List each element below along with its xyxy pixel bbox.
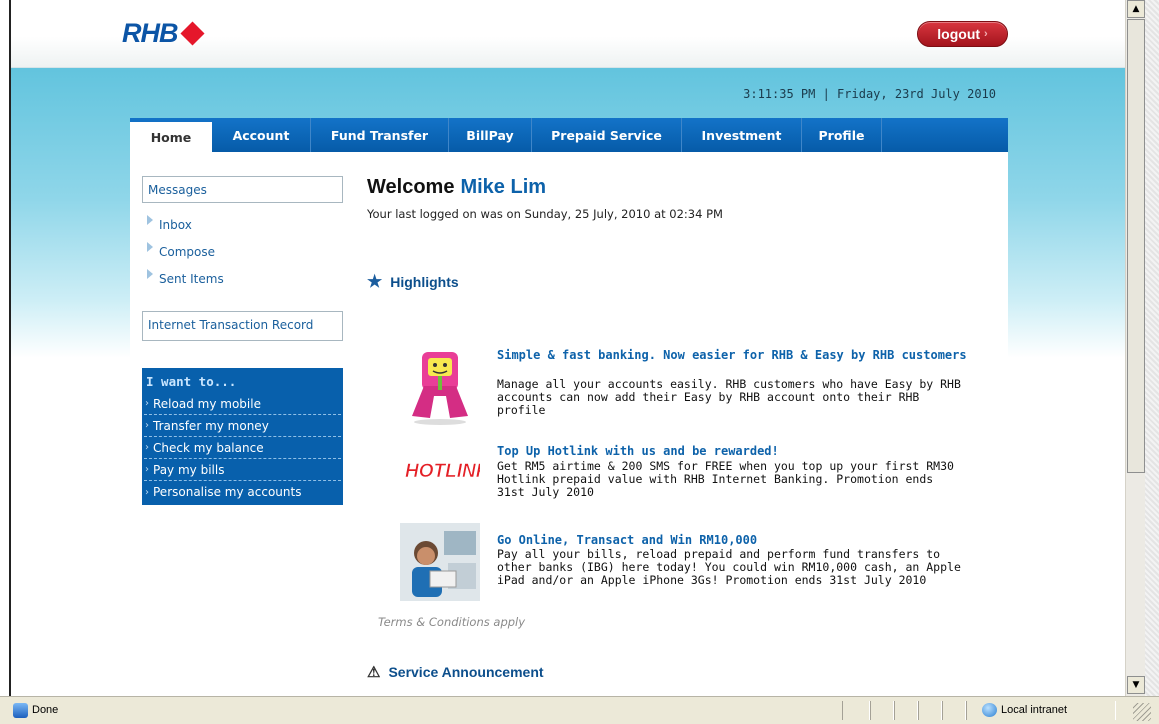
page-done-icon: [13, 703, 28, 718]
status-cell: [918, 701, 942, 720]
highlights-heading: ★ Highlights: [367, 272, 459, 292]
tab-label: Account: [232, 127, 290, 143]
terms-conditions-link[interactable]: Terms & Conditions apply: [378, 615, 525, 629]
last-login-text: Your last logged on was on Sunday, 25 Ju…: [367, 207, 723, 221]
tab-home[interactable]: Home: [130, 122, 212, 152]
content-panel: Messages Inbox Compose Sent Items Intern…: [130, 152, 1008, 696]
triangle-bullet-icon: [147, 215, 153, 225]
security-zone-text: Local intranet: [1001, 704, 1068, 716]
welcome-label: Welcome: [367, 176, 455, 198]
promo-body-win-rm10000: Pay all your bills, reload prepaid and p…: [497, 547, 961, 587]
promo-title-easy-banking[interactable]: Simple & fast banking. Now easier for RH…: [497, 349, 967, 362]
i-want-to-panel: I want to... › Reload my mobile › Transf…: [142, 368, 343, 505]
sidebar-item-label: Inbox: [159, 218, 192, 232]
iwant-item-label: Personalise my accounts: [153, 485, 302, 499]
internet-transaction-record-link[interactable]: Internet Transaction Record: [142, 311, 343, 341]
sidebar-item-label: Sent Items: [159, 272, 224, 286]
logout-button[interactable]: logout ›: [917, 21, 1008, 47]
iwant-item-label: Reload my mobile: [153, 396, 261, 411]
sidebar-item-label: Compose: [159, 245, 216, 259]
logo-diamond-icon: [179, 20, 205, 46]
logo-text: RHB: [122, 17, 178, 48]
triangle-bullet-icon: [147, 269, 153, 279]
sidebar-item-compose[interactable]: Compose: [147, 242, 216, 259]
status-cell: [870, 701, 894, 720]
sidebar-item-inbox[interactable]: Inbox: [147, 215, 192, 232]
site-header: RHB logout ›: [11, 0, 1125, 68]
i-want-to-title: I want to...: [146, 374, 237, 389]
tab-label: Profile: [818, 127, 865, 143]
status-text: Done: [32, 704, 59, 716]
promo-title-win-rm10000[interactable]: Go Online, Transact and Win RM10,000: [497, 534, 967, 547]
scroll-up-button[interactable]: ▲: [1127, 0, 1145, 18]
iwant-item-label: Pay my bills: [153, 462, 225, 477]
tab-investment[interactable]: Investment: [682, 118, 802, 152]
triangle-bullet-icon: [147, 242, 153, 252]
status-cell: [842, 701, 870, 720]
tab-account[interactable]: Account: [212, 118, 311, 152]
status-cell: [894, 701, 918, 720]
messages-label: Messages: [148, 183, 207, 197]
window-right-edge: [1145, 0, 1159, 696]
scroll-down-button[interactable]: ▼: [1127, 676, 1145, 694]
chevron-right-icon: ›: [145, 486, 149, 498]
chevron-right-icon: ›: [984, 28, 988, 40]
iwant-item-reload-mobile[interactable]: › Reload my mobile: [144, 393, 341, 415]
online-transact-photo[interactable]: [400, 523, 480, 603]
warning-icon: ⚠: [367, 664, 381, 681]
tab-label: Fund Transfer: [330, 127, 429, 143]
main-nav-tabs: Home Account Fund Transfer BillPay Prepa…: [130, 118, 1008, 152]
browser-window: RHB logout › 3:11:35 PM | Friday, 23rd J…: [0, 0, 1159, 724]
tab-label: BillPay: [466, 127, 514, 143]
tab-fund-transfer[interactable]: Fund Transfer: [311, 118, 449, 152]
star-icon: ★: [367, 272, 383, 291]
hotlink-logo[interactable]: HOTLINK: [400, 444, 491, 494]
resize-grip-icon[interactable]: [1133, 703, 1151, 721]
highlights-label: Highlights: [390, 274, 459, 290]
welcome-heading: Welcome Mike Lim: [367, 176, 546, 199]
iwant-item-pay-bills[interactable]: › Pay my bills: [144, 459, 341, 481]
status-cell: [942, 701, 966, 720]
iwant-item-label: Check my balance: [153, 440, 264, 455]
tab-prepaid-service[interactable]: Prepaid Service: [532, 118, 682, 152]
window-left-edge: [0, 0, 11, 696]
vertical-scrollbar[interactable]: ▲ ▼: [1125, 0, 1145, 696]
current-datetime: 3:11:35 PM | Friday, 23rd July 2010: [743, 87, 996, 101]
tab-label: Investment: [701, 127, 782, 143]
scrollbar-thumb[interactable]: [1127, 19, 1145, 473]
globe-icon: [982, 703, 997, 717]
browser-status-bar: Done Local intranet: [0, 696, 1159, 724]
chevron-right-icon: ›: [145, 442, 149, 453]
page-viewport: RHB logout › 3:11:35 PM | Friday, 23rd J…: [11, 0, 1125, 696]
tab-billpay[interactable]: BillPay: [449, 118, 532, 152]
chevron-right-icon: ›: [145, 398, 149, 409]
iwant-item-check-balance[interactable]: › Check my balance: [144, 437, 341, 459]
service-announcement-label: Service Announcement: [388, 664, 544, 680]
transaction-record-label: Internet Transaction Record: [148, 318, 314, 332]
user-name: Mike Lim: [460, 176, 547, 198]
tab-profile[interactable]: Profile: [802, 118, 882, 152]
promo-title-hotlink[interactable]: Top Up Hotlink with us and be rewarded!: [497, 445, 967, 458]
tab-label: Prepaid Service: [551, 127, 662, 143]
chevron-right-icon: ›: [145, 464, 149, 475]
promo-body-easy-banking: Manage all your accounts easily. RHB cus…: [497, 377, 961, 417]
hotlink-logo-text: HOTLINK: [405, 461, 480, 482]
rhb-logo[interactable]: RHB: [122, 17, 205, 48]
iwant-item-transfer-money[interactable]: › Transfer my money: [144, 415, 341, 437]
tab-label: Home: [150, 129, 192, 145]
easy-mascot-image[interactable]: [400, 346, 480, 426]
logout-label: logout: [937, 26, 981, 42]
iwant-item-label: Transfer my money: [153, 418, 269, 433]
messages-header[interactable]: Messages: [142, 176, 343, 203]
chevron-right-icon: ›: [145, 420, 149, 431]
service-announcement-heading: ⚠ Service Announcement: [367, 663, 544, 681]
promo-body-hotlink: Get RM5 airtime & 200 SMS for FREE when …: [497, 459, 954, 499]
iwant-item-personalise-accounts[interactable]: › Personalise my accounts: [144, 481, 341, 503]
sidebar-item-sent-items[interactable]: Sent Items: [147, 269, 224, 286]
